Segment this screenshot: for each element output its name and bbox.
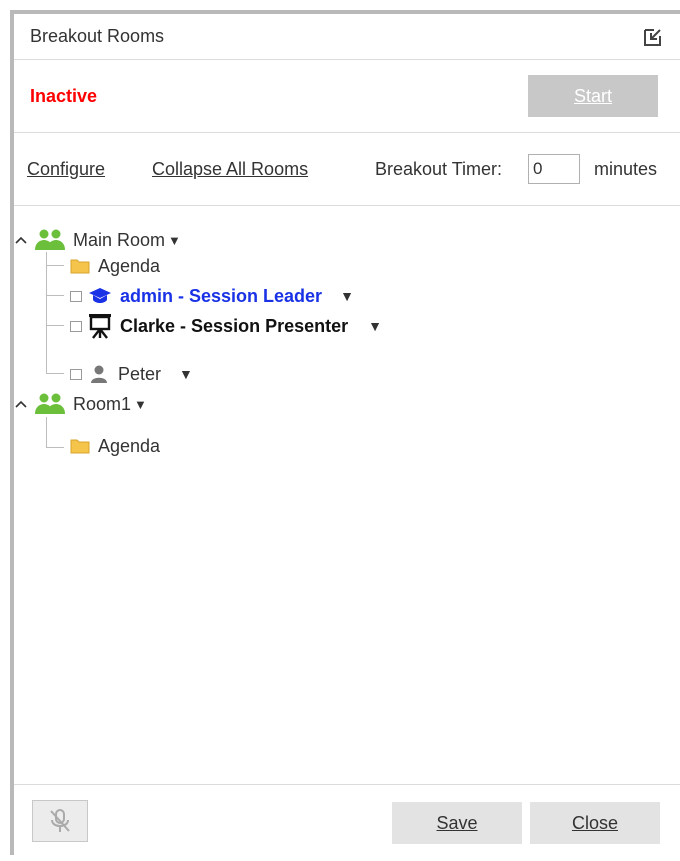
room-name: Main Room: [73, 229, 166, 250]
room-tree: Main Room ▼ Agenda admin - Session Leade…: [14, 206, 680, 785]
tree-connector: [46, 295, 64, 296]
participant-row[interactable]: admin - Session Leader ▼: [70, 282, 354, 310]
tree-connector: [46, 417, 47, 447]
room-node-main[interactable]: Main Room ▼: [14, 226, 181, 254]
tree-connector: [46, 252, 47, 373]
group-icon: [35, 393, 65, 414]
folder-icon: [70, 259, 90, 274]
agenda-label: Agenda: [98, 435, 161, 456]
session-status: Inactive: [30, 85, 98, 106]
collapse-chevron-icon[interactable]: [14, 235, 28, 245]
status-row: Inactive Start: [14, 60, 680, 133]
participant-checkbox[interactable]: [70, 368, 82, 380]
tree-connector: [46, 325, 64, 326]
participant-name: Clarke - Session Presenter: [120, 315, 349, 336]
room-menu-caret-icon[interactable]: ▼: [168, 233, 181, 248]
collapse-chevron-icon[interactable]: [14, 399, 28, 409]
agenda-item[interactable]: Agenda: [70, 252, 160, 280]
room-name: Room1: [73, 393, 132, 414]
close-button[interactable]: Close: [530, 802, 660, 844]
participant-menu-caret-icon[interactable]: ▼: [340, 288, 354, 304]
title-bar: Breakout Rooms: [14, 14, 680, 60]
microphone-muted-icon: [50, 809, 70, 832]
breakout-rooms-window: Breakout Rooms Inactive Start Configure …: [10, 10, 680, 855]
presenter-easel-icon: [89, 314, 111, 339]
tree-connector: [46, 373, 64, 374]
user-icon: [91, 365, 107, 383]
start-button[interactable]: Start: [528, 75, 658, 117]
start-label: Start: [573, 85, 612, 106]
participant-name: admin - Session Leader: [120, 285, 323, 306]
footer-bar: Save Close: [14, 785, 680, 861]
breakout-timer-label: Breakout Timer:: [375, 158, 503, 179]
graduation-cap-icon: [89, 288, 111, 303]
tree-connector: [46, 265, 64, 266]
close-label: Close: [571, 812, 619, 833]
collapse-all-rooms-link[interactable]: Collapse All Rooms: [152, 159, 308, 180]
breakout-timer-input[interactable]: [528, 154, 580, 184]
room-menu-caret-icon[interactable]: ▼: [134, 397, 147, 412]
participant-menu-caret-icon[interactable]: ▼: [368, 318, 382, 334]
agenda-label: Agenda: [98, 255, 161, 276]
controls-row: Configure Collapse All Rooms Breakout Ti…: [14, 133, 680, 206]
configure-link[interactable]: Configure: [27, 159, 105, 180]
participant-row[interactable]: Peter ▼: [70, 360, 193, 388]
participant-menu-caret-icon[interactable]: ▼: [179, 366, 193, 382]
timer-unit-label: minutes: [594, 158, 658, 179]
participant-row[interactable]: Clarke - Session Presenter ▼: [70, 312, 382, 340]
group-icon: [35, 229, 65, 250]
participant-name: Peter: [118, 363, 162, 384]
participant-checkbox[interactable]: [70, 320, 82, 332]
save-button[interactable]: Save: [392, 802, 522, 844]
folder-icon: [70, 439, 90, 454]
save-label: Save: [436, 812, 478, 833]
participant-checkbox[interactable]: [70, 290, 82, 302]
agenda-item[interactable]: Agenda: [70, 432, 160, 460]
mute-microphone-button[interactable]: [32, 800, 88, 842]
tree-connector: [46, 447, 64, 448]
window-title: Breakout Rooms: [30, 26, 165, 46]
popout-icon[interactable]: [642, 26, 664, 48]
room-node-room1[interactable]: Room1 ▼: [14, 390, 147, 418]
